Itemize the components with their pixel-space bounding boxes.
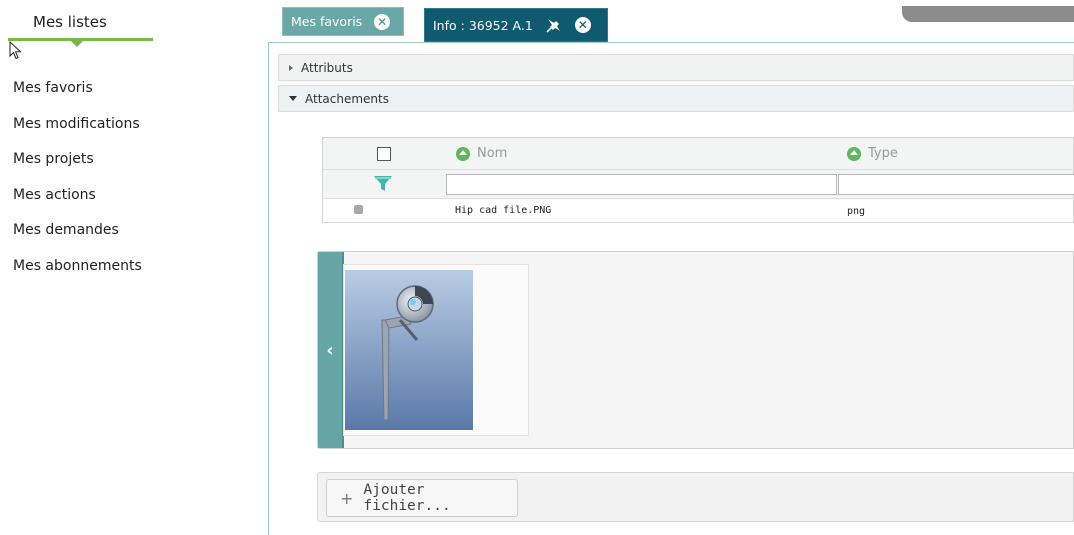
sidebar-title[interactable]: Mes listes — [33, 13, 107, 31]
sidebar: Mes listes Mes favoris Mes modifications… — [0, 0, 260, 535]
cell-type: png — [847, 206, 866, 217]
plus-icon: + — [340, 488, 354, 508]
tab-mes-favoris[interactable]: Mes favoris ✕ — [282, 7, 404, 36]
hip-implant-image — [345, 270, 473, 430]
filter-input-type[interactable] — [838, 174, 1074, 195]
sidebar-list: Mes favoris Mes modifications Mes projet… — [13, 78, 142, 291]
column-label: Nom — [477, 146, 508, 161]
expand-arrow-icon — [289, 64, 293, 71]
attachments-grid: Nom Type Hip cad file.PNG png — [322, 137, 1074, 223]
close-circle-icon[interactable]: ✕ — [374, 13, 391, 30]
tab-info[interactable]: Info : 36952 A.1 ✕ — [424, 8, 608, 42]
column-header-type[interactable]: Type — [847, 146, 898, 161]
top-scroll-bar — [902, 6, 1074, 22]
thumbnail-frame[interactable] — [343, 264, 529, 436]
sidebar-item-modifications[interactable]: Mes modifications — [13, 114, 142, 150]
grid-filter-row — [323, 170, 1074, 199]
tab-label: Mes favoris — [291, 14, 363, 29]
cell-name: Hip cad file.PNG — [455, 205, 552, 216]
sidebar-item-favoris[interactable]: Mes favoris — [13, 78, 142, 114]
sort-asc-icon — [847, 146, 861, 161]
add-file-button[interactable]: + Ajouter fichier... — [326, 479, 518, 517]
close-circle-icon[interactable]: ✕ — [574, 17, 591, 33]
sort-asc-icon — [456, 146, 470, 161]
column-label: Type — [868, 146, 898, 161]
add-file-panel: + Ajouter fichier... — [317, 472, 1074, 522]
attributes-section-header[interactable]: Attributs — [278, 54, 1074, 81]
add-file-label: Ajouter fichier... — [363, 482, 451, 514]
collapse-arrow-icon — [289, 96, 297, 101]
column-header-nom[interactable]: Nom — [456, 146, 507, 161]
select-all-checkbox[interactable] — [377, 147, 391, 161]
sidebar-item-abonnements[interactable]: Mes abonnements — [13, 256, 142, 292]
sidebar-title-caret — [71, 41, 83, 47]
table-row[interactable]: Hip cad file.PNG png — [323, 200, 1073, 222]
tab-label: Info : 36952 A.1 — [433, 17, 533, 33]
row-checkbox[interactable] — [354, 205, 363, 214]
sidebar-item-projets[interactable]: Mes projets — [13, 149, 142, 185]
sidebar-item-demandes[interactable]: Mes demandes — [13, 220, 142, 256]
pin-icon[interactable] — [545, 16, 563, 34]
mouse-cursor-icon — [9, 41, 22, 60]
filter-icon[interactable] — [373, 175, 393, 193]
filter-input-nom[interactable] — [446, 174, 837, 195]
section-label: Attributs — [301, 60, 353, 75]
sidebar-item-actions[interactable]: Mes actions — [13, 185, 142, 221]
preview-panel: ‹ — [317, 251, 1074, 449]
section-label: Attachements — [305, 91, 389, 106]
collapse-panel-button[interactable]: ‹ — [318, 252, 344, 448]
grid-header: Nom Type — [323, 138, 1073, 170]
attachments-section-header[interactable]: Attachements — [278, 85, 1074, 112]
